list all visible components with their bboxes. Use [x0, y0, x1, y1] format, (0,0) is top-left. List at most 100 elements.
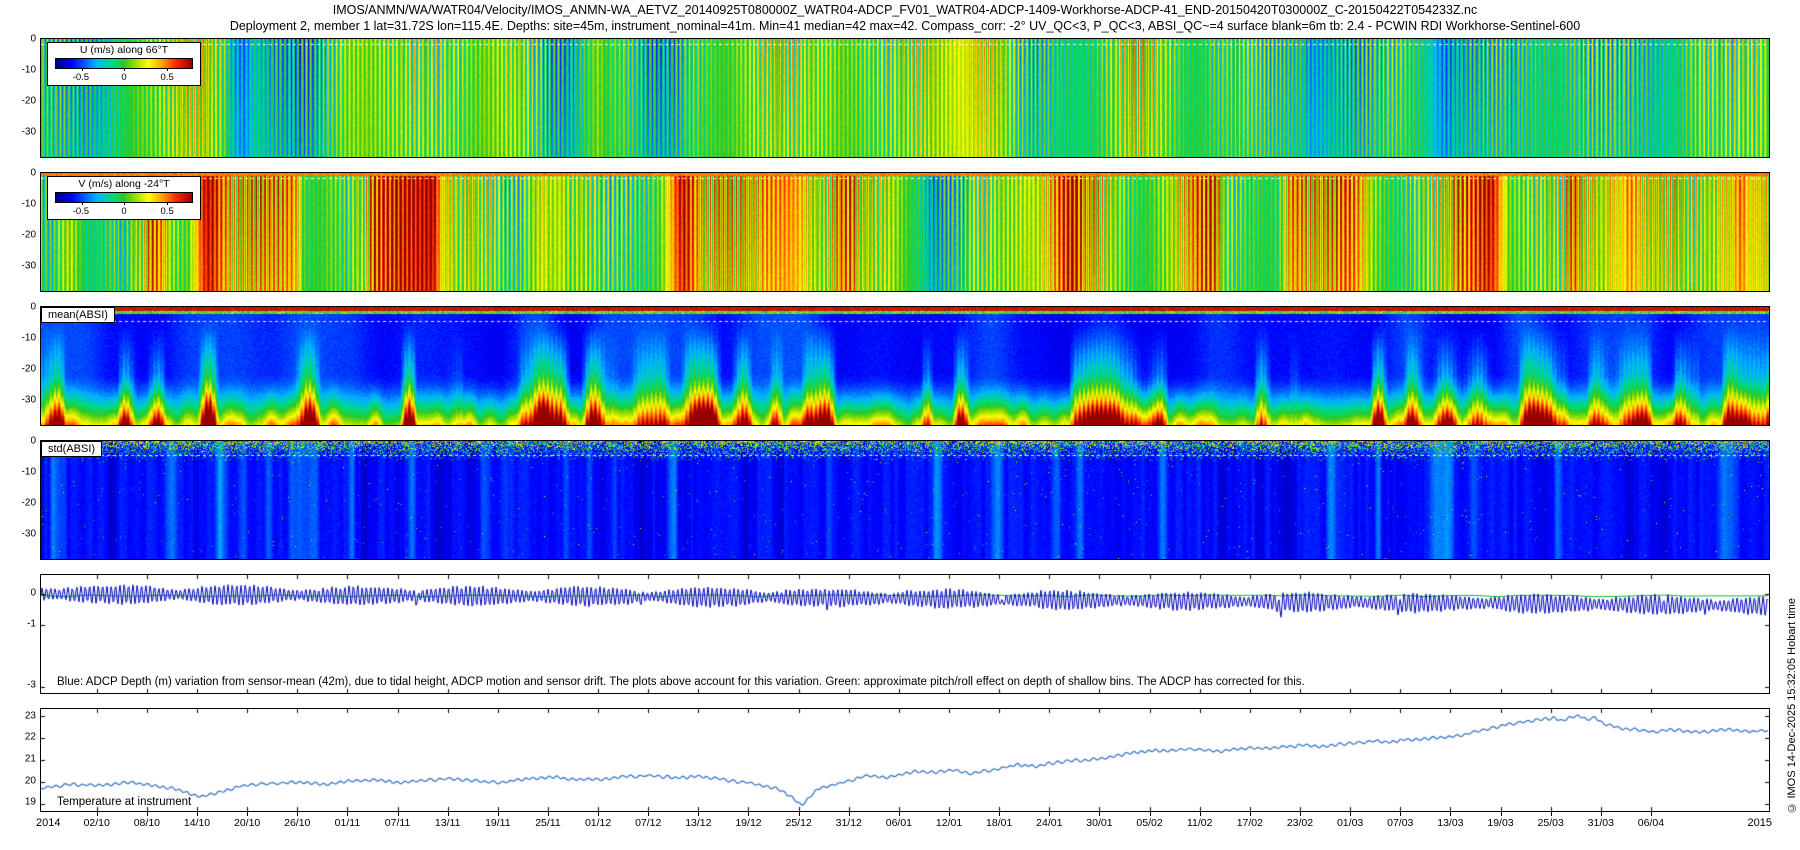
- depth-variation-caption: Blue: ADCP Depth (m) variation from sens…: [57, 676, 1305, 688]
- y-axis-tick-label: 22: [2, 732, 36, 743]
- y-axis-tick-label: -30: [2, 528, 36, 539]
- y-axis-tick-label: -30: [2, 126, 36, 137]
- x-axis-tick-label: 19/12: [735, 817, 761, 829]
- temperature-line-canvas: [41, 709, 1769, 811]
- u-velocity-heatmap-canvas: [41, 39, 1769, 157]
- x-axis-tick-mark: [1099, 812, 1100, 816]
- x-axis-tick-mark: [949, 812, 950, 816]
- x-axis-year-end: 2015: [1748, 817, 1772, 829]
- x-axis-tick-mark: [1501, 812, 1502, 816]
- y-axis-tick-label: 19: [2, 797, 36, 808]
- colorbar-tick-mark: [167, 202, 168, 205]
- imos-watermark: © IMOS 14-Dec-2025 15:32:05 Hobart time: [1786, 598, 1798, 814]
- x-axis-tick-label: 07/03: [1387, 817, 1413, 829]
- x-axis-tick-mark: [1350, 812, 1351, 816]
- adcp-figure: IMOS/ANMN/WA/WATR04/Velocity/IMOS_ANMN-W…: [0, 0, 1800, 850]
- y-axis-tick-label: 0: [2, 168, 36, 179]
- x-axis-tick-label: 11/02: [1187, 817, 1213, 829]
- x-axis-tick-mark: [999, 812, 1000, 816]
- temperature-label: Temperature at instrument: [57, 796, 191, 808]
- x-axis-tick-label: 24/01: [1036, 817, 1062, 829]
- y-axis-tick-label: -20: [2, 497, 36, 508]
- x-axis-tick-label: 13/11: [435, 817, 461, 829]
- y-axis-tick-label: 0: [2, 302, 36, 313]
- figure-subtitle-deployment: Deployment 2, member 1 lat=31.72S lon=11…: [40, 19, 1770, 33]
- panel-std-absi-heatmap: std(ABSI): [40, 440, 1770, 560]
- x-axis-tick-label: 12/01: [936, 817, 962, 829]
- x-axis-tick-mark: [197, 812, 198, 816]
- colorbar-tick-mark: [167, 68, 168, 71]
- y-axis-tick-label: -10: [2, 466, 36, 477]
- x-axis-tick-label: 01/12: [585, 817, 611, 829]
- x-axis-tick-label: 23/02: [1287, 817, 1313, 829]
- x-axis-tick-mark: [1250, 812, 1251, 816]
- x-axis-tick-mark: [97, 812, 98, 816]
- x-axis-tick-label: 05/02: [1136, 817, 1162, 829]
- colorbar-tick-mark: [124, 68, 125, 71]
- x-axis-tick-label: 02/10: [84, 817, 110, 829]
- x-axis-tick-label: 20/10: [234, 817, 260, 829]
- x-axis-tick-mark: [748, 812, 749, 816]
- y-axis-tick-label: -1: [2, 618, 36, 629]
- x-axis-tick-labels: 02/1008/1014/1020/1026/1001/1107/1113/11…: [40, 817, 1770, 831]
- v-colorbar-tick-labels: -0.5 0 0.5: [55, 206, 193, 217]
- x-axis-tick-mark: [1601, 812, 1602, 816]
- x-axis-tick-mark: [1049, 812, 1050, 816]
- y-axis-tick-label: -10: [2, 332, 36, 343]
- y-axis-tick-label: -20: [2, 95, 36, 106]
- y-axis-tick-label: 0: [2, 34, 36, 45]
- x-axis-tick-label: 01/11: [335, 817, 361, 829]
- x-axis-tick-label: 25/11: [535, 817, 561, 829]
- colorbar-tick-label: 0.5: [161, 72, 174, 83]
- x-axis-tick-mark: [1200, 812, 1201, 816]
- x-axis-tick-mark: [247, 812, 248, 816]
- x-axis-tick-label: 18/01: [986, 817, 1012, 829]
- x-axis-tick-mark: [849, 812, 850, 816]
- y-axis-tick-label: -30: [2, 394, 36, 405]
- panel-temperature-line: Temperature at instrument: [40, 708, 1770, 812]
- y-axis-tick-label: 21: [2, 754, 36, 765]
- x-axis-tick-label: 13/12: [685, 817, 711, 829]
- jet-colorbar: [55, 58, 193, 69]
- x-axis-tick-mark: [1150, 812, 1151, 816]
- panel-u-velocity-heatmap: U (m/s) along 66°T -0.5 0 0.5: [40, 38, 1770, 158]
- x-axis-tick-mark: [648, 812, 649, 816]
- x-axis-tick-mark: [1651, 812, 1652, 816]
- x-axis-tick-mark: [799, 812, 800, 816]
- v-colorbar-legend: V (m/s) along -24°T -0.5 0 0.5: [47, 176, 201, 220]
- x-axis-tick-label: 06/01: [886, 817, 912, 829]
- x-axis-tick-label: 01/03: [1337, 817, 1363, 829]
- x-axis-tick-mark: [698, 812, 699, 816]
- y-axis-tick-label: 0: [2, 436, 36, 447]
- x-axis-tick-mark: [548, 812, 549, 816]
- colorbar-tick-label: 0: [121, 72, 126, 83]
- x-axis-tick-label: 13/03: [1437, 817, 1463, 829]
- v-velocity-heatmap-canvas: [41, 173, 1769, 291]
- x-axis-tick-mark: [899, 812, 900, 816]
- colorbar-tick-label: -0.5: [73, 206, 89, 217]
- colorbar-tick-label: 0.5: [161, 206, 174, 217]
- panel-mean-absi-heatmap: mean(ABSI): [40, 306, 1770, 426]
- jet-colorbar: [55, 192, 193, 203]
- y-axis-tick-label: 23: [2, 710, 36, 721]
- x-axis-tick-label: 17/02: [1237, 817, 1263, 829]
- x-axis-tick-mark: [448, 812, 449, 816]
- panel-v-velocity-heatmap: V (m/s) along -24°T -0.5 0 0.5: [40, 172, 1770, 292]
- x-axis-tick-label: 19/03: [1487, 817, 1513, 829]
- x-axis-tick-mark: [398, 812, 399, 816]
- x-axis-tick-label: 06/04: [1638, 817, 1664, 829]
- colorbar-tick-mark: [82, 68, 83, 71]
- panel-depth-variation-line: Blue: ADCP Depth (m) variation from sens…: [40, 574, 1770, 694]
- std-absi-label: std(ABSI): [41, 441, 102, 457]
- x-axis-tick-label: 07/12: [635, 817, 661, 829]
- u-colorbar-legend: U (m/s) along 66°T -0.5 0 0.5: [47, 42, 201, 86]
- x-axis-tick-mark: [498, 812, 499, 816]
- mean-absi-label: mean(ABSI): [41, 307, 115, 323]
- u-colorbar-tick-labels: -0.5 0 0.5: [55, 72, 193, 83]
- x-axis-tick-label: 25/12: [785, 817, 811, 829]
- x-axis-year-start: 2014: [36, 817, 60, 829]
- std-absi-heatmap-canvas: [41, 441, 1769, 559]
- y-axis-tick-label: -3: [2, 679, 36, 690]
- y-axis-tick-label: -10: [2, 64, 36, 75]
- v-legend-title: V (m/s) along -24°T: [48, 178, 200, 191]
